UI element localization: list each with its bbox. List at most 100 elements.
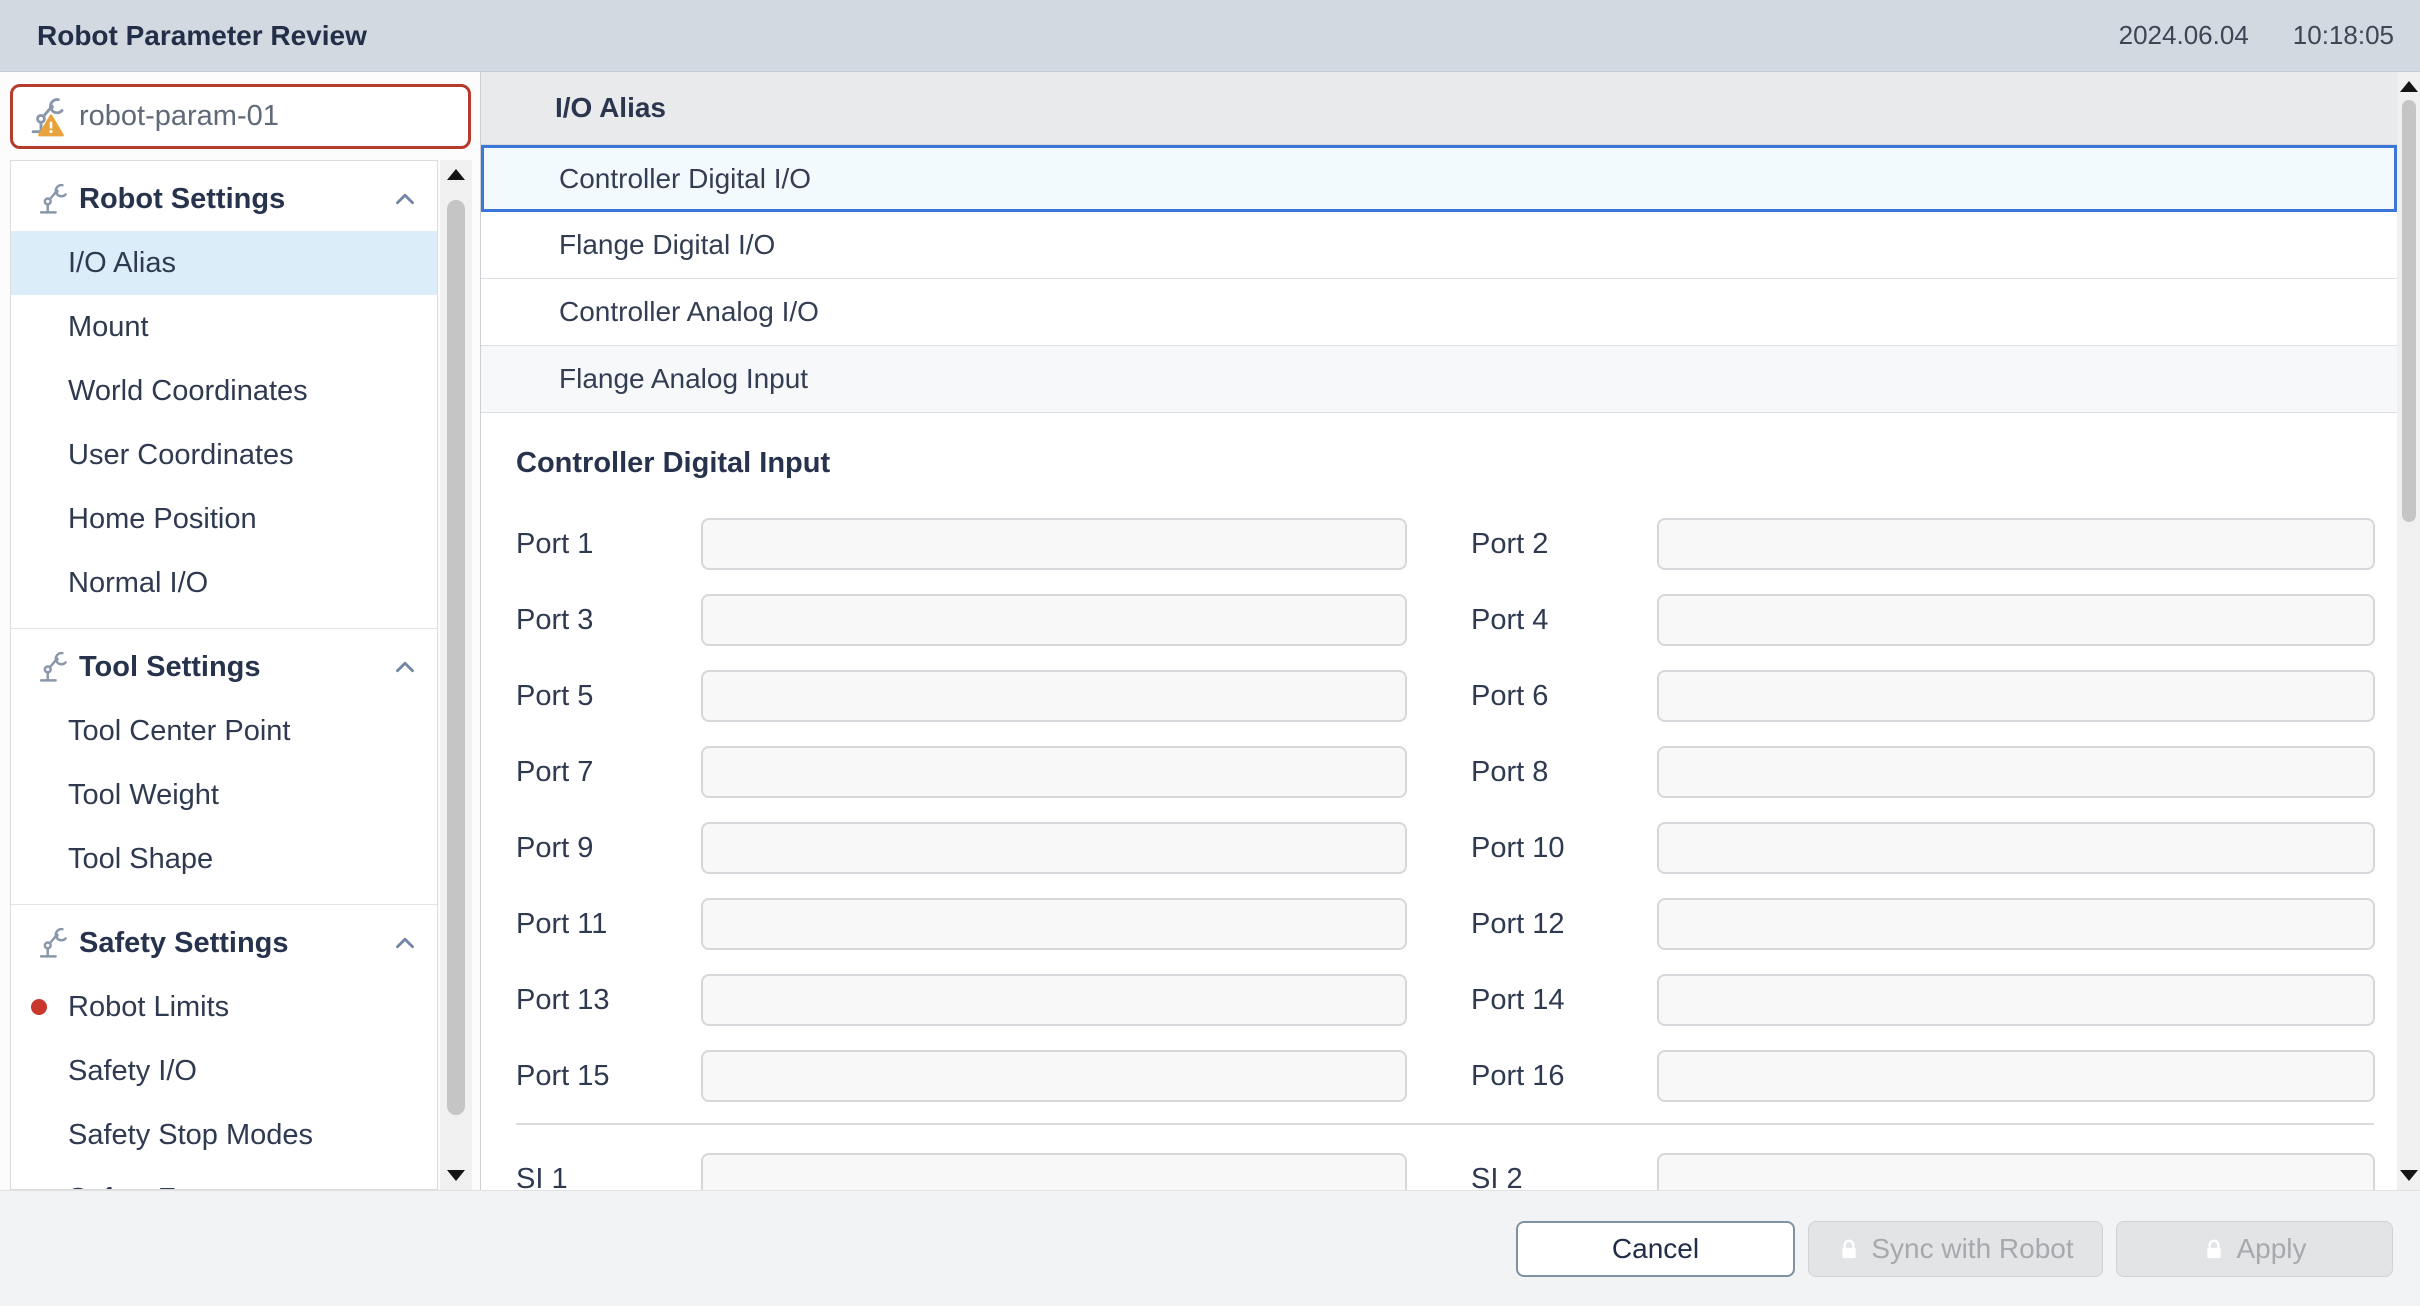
sidebar-item-mount[interactable]: Mount <box>11 295 437 359</box>
port-label: Port 12 <box>1471 898 1657 950</box>
section-header-robot-settings[interactable]: Robot Settings <box>11 167 437 231</box>
port-1-input[interactable] <box>701 518 1407 570</box>
port-7-input[interactable] <box>701 746 1407 798</box>
apply-button[interactable]: Apply <box>2116 1221 2393 1277</box>
warning-icon <box>38 114 64 137</box>
sidebar-item-safety-i-o[interactable]: Safety I/O <box>11 1039 437 1103</box>
port-16-input[interactable] <box>1657 1050 2375 1102</box>
sidebar-item-label: Safety I/O <box>68 1055 197 1088</box>
section-label: Safety Settings <box>79 927 289 960</box>
port-2-input[interactable] <box>1657 518 2375 570</box>
apply-label: Apply <box>2236 1233 2306 1265</box>
port-3-input[interactable] <box>701 594 1407 646</box>
port-12-input[interactable] <box>1657 898 2375 950</box>
sidebar-item-label: World Coordinates <box>68 375 308 408</box>
scroll-down-icon[interactable] <box>2400 1170 2418 1181</box>
sidebar-item-home-position[interactable]: Home Position <box>11 487 437 551</box>
port-14-input[interactable] <box>1657 974 2375 1026</box>
port-13-input[interactable] <box>701 974 1407 1026</box>
port-4-input[interactable] <box>1657 594 2375 646</box>
port-5-input[interactable] <box>701 670 1407 722</box>
tab-flange-digital-i-o[interactable]: Flange Digital I/O <box>481 212 2397 279</box>
sidebar-item-tool-shape[interactable]: Tool Shape <box>11 827 437 891</box>
port-8-input[interactable] <box>1657 746 2375 798</box>
io-tab-label: Controller Digital I/O <box>559 163 811 195</box>
io-tab-label: Flange Analog Input <box>559 363 808 395</box>
si-port-grid: SI 1 SI 2 <box>516 1153 2374 1190</box>
sidebar-item-label: Home Position <box>68 503 257 536</box>
sidebar-item-label: Robot Limits <box>68 991 229 1024</box>
divider <box>516 1123 2374 1125</box>
alert-dot-icon <box>31 999 47 1015</box>
sidebar-item-tool-weight[interactable]: Tool Weight <box>11 763 437 827</box>
cancel-button[interactable]: Cancel <box>1516 1221 1795 1277</box>
section-header-tool-settings[interactable]: Tool Settings <box>11 635 437 699</box>
sidebar-item-safety-zone[interactable]: Safety Zone <box>11 1167 437 1190</box>
sync-with-robot-button[interactable]: Sync with Robot <box>1808 1221 2103 1277</box>
port-label: Port 2 <box>1471 518 1657 570</box>
port-label: Port 16 <box>1471 1050 1657 1102</box>
main-scrollbar[interactable] <box>2397 72 2420 1190</box>
sync-label: Sync with Robot <box>1871 1233 2073 1265</box>
tab-flange-analog-input[interactable]: Flange Analog Input <box>481 346 2397 413</box>
sidebar-item-label: Tool Weight <box>68 779 219 812</box>
tab-controller-digital-i-o[interactable]: Controller Digital I/O <box>481 145 2397 212</box>
page-title: Robot Parameter Review <box>37 20 367 52</box>
port-15-input[interactable] <box>701 1050 1407 1102</box>
grid-spacer <box>1407 518 1471 570</box>
chevron-up-icon <box>391 185 419 213</box>
chevron-up-icon <box>391 653 419 681</box>
lock-icon <box>2202 1237 2226 1261</box>
si-1-input[interactable] <box>701 1153 1407 1190</box>
port-label: Port 10 <box>1471 822 1657 874</box>
si-2-input[interactable] <box>1657 1153 2375 1190</box>
grid-spacer <box>1407 594 1471 646</box>
section-header-safety-settings[interactable]: Safety Settings <box>11 911 437 975</box>
scroll-down-icon[interactable] <box>447 1170 465 1181</box>
sidebar-item-normal-i-o[interactable]: Normal I/O <box>11 551 437 615</box>
port-label: Port 3 <box>516 594 701 646</box>
scroll-up-icon[interactable] <box>447 169 465 180</box>
port-label: Port 4 <box>1471 594 1657 646</box>
port-6-input[interactable] <box>1657 670 2375 722</box>
port-label: Port 11 <box>516 898 701 950</box>
port-grid: Port 1 Port 2 Port 3 Port 4 Port 5 Port … <box>516 518 2374 1102</box>
io-tab-label: Flange Digital I/O <box>559 229 775 261</box>
sidebar-item-tool-center-point[interactable]: Tool Center Point <box>11 699 437 763</box>
port-label: Port 14 <box>1471 974 1657 1026</box>
port-label: Port 8 <box>1471 746 1657 798</box>
port-label: Port 9 <box>516 822 701 874</box>
sidebar-item-safety-stop-modes[interactable]: Safety Stop Modes <box>11 1103 437 1167</box>
sidebar-item-label: I/O Alias <box>68 247 176 280</box>
port-label: SI 2 <box>1471 1153 1657 1190</box>
sidebar-item-user-coordinates[interactable]: User Coordinates <box>11 423 437 487</box>
scroll-up-icon[interactable] <box>2400 81 2418 92</box>
port-9-input[interactable] <box>701 822 1407 874</box>
port-label: Port 1 <box>516 518 701 570</box>
grid-spacer <box>1407 822 1471 874</box>
port-label: Port 5 <box>516 670 701 722</box>
settings-section: Tool Settings Tool Center Point Tool Wei… <box>11 628 437 904</box>
main-panel: I/O Alias Controller Digital I/O Flange … <box>480 72 2397 1190</box>
scrollbar-thumb[interactable] <box>2402 100 2416 522</box>
sidebar-item-label: Safety Stop Modes <box>68 1119 313 1152</box>
sidebar-item-world-coordinates[interactable]: World Coordinates <box>11 359 437 423</box>
tab-controller-analog-i-o[interactable]: Controller Analog I/O <box>481 279 2397 346</box>
port-11-input[interactable] <box>701 898 1407 950</box>
action-bar: Cancel Sync with Robot Apply <box>0 1190 2420 1306</box>
sidebar-item-label: Tool Center Point <box>68 715 290 748</box>
robot-arm-icon <box>35 182 69 216</box>
sidebar-scrollbar[interactable] <box>440 160 472 1190</box>
sidebar-item-robot-limits[interactable]: Robot Limits <box>11 975 437 1039</box>
port-10-input[interactable] <box>1657 822 2375 874</box>
sidebar-item-i-o-alias[interactable]: I/O Alias <box>11 231 437 295</box>
grid-spacer <box>1407 746 1471 798</box>
port-label: Port 6 <box>1471 670 1657 722</box>
section-label: Robot Settings <box>79 183 285 216</box>
section-title: Controller Digital Input <box>516 447 2374 480</box>
io-tab-label: Controller Analog I/O <box>559 296 819 328</box>
grid-spacer <box>1407 898 1471 950</box>
param-name-input[interactable] <box>10 84 471 149</box>
scrollbar-thumb[interactable] <box>447 200 465 1115</box>
port-label: Port 13 <box>516 974 701 1026</box>
